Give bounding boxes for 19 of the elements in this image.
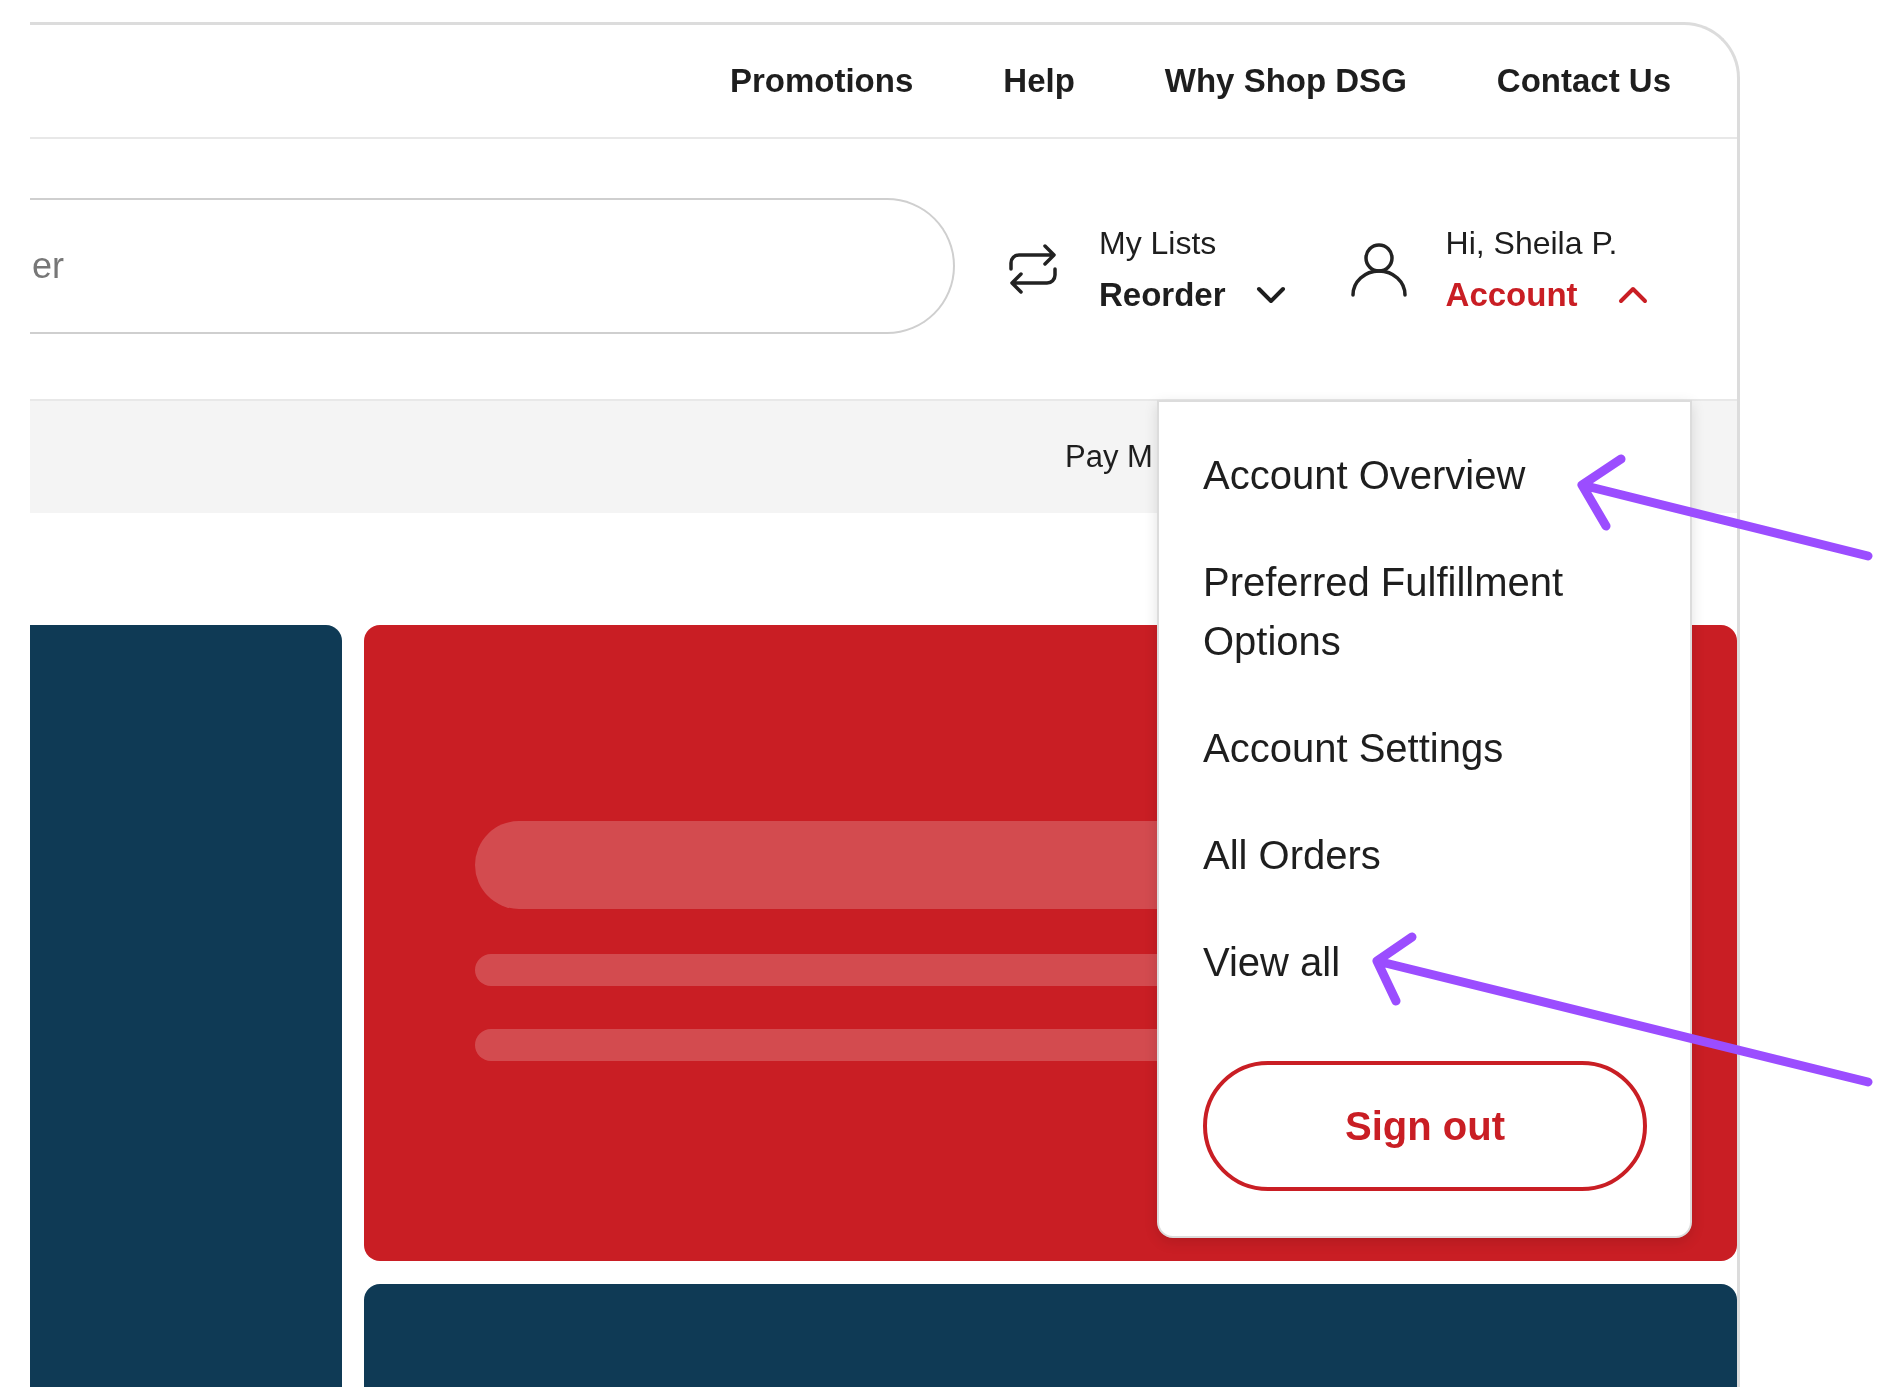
caret-icon xyxy=(1255,285,1286,304)
nav-link[interactable]: Why Shop DSG xyxy=(1164,62,1407,100)
menu-item[interactable]: View all xyxy=(1203,909,1660,1016)
nav-link[interactable]: Help xyxy=(1003,62,1075,100)
caret-icon xyxy=(1617,285,1648,304)
menu-item[interactable]: Preferred Fulfillment Options xyxy=(1203,529,1660,695)
nav-link[interactable]: Promotions xyxy=(729,62,914,100)
menu-item[interactable]: Account Settings xyxy=(1203,695,1660,802)
greeting-label: Hi, Sheila P. xyxy=(1445,224,1619,262)
menu-item[interactable]: Account Overview xyxy=(1203,422,1660,529)
menu-item[interactable]: All Orders xyxy=(1203,802,1660,909)
search-field[interactable]: er xyxy=(30,198,955,334)
nav-link[interactable]: Contact Us xyxy=(1496,62,1671,100)
user-icon xyxy=(1349,241,1408,297)
sign-out-button[interactable]: Sign out xyxy=(1203,1061,1647,1191)
reorder-dropdown[interactable]: Reorder xyxy=(1099,275,1286,314)
account-dropdown[interactable]: Account xyxy=(1445,275,1648,314)
banner-text: Pay M xyxy=(1065,439,1153,475)
my-lists-label: My Lists xyxy=(1099,224,1218,262)
